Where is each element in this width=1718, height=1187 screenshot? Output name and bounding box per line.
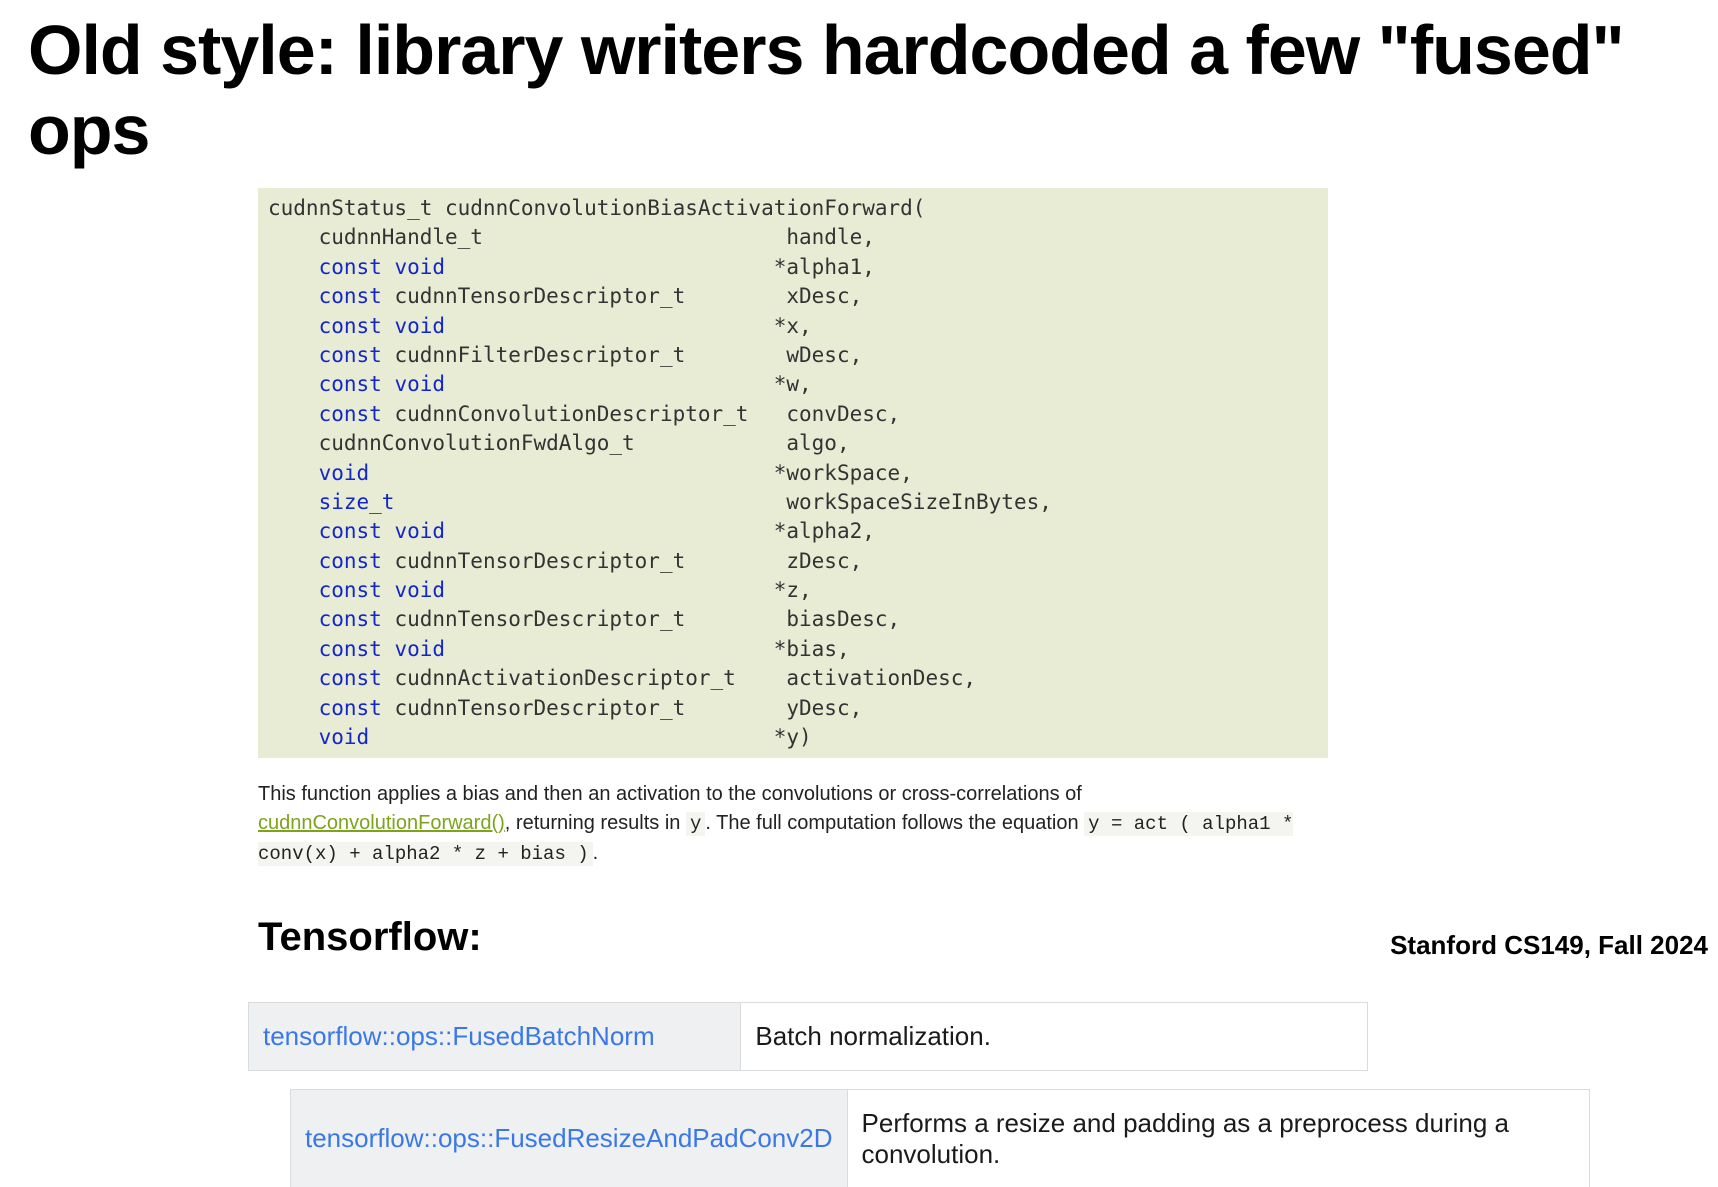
- tf-ops-table-1: tensorflow::ops::FusedBatchNorm Batch no…: [248, 1002, 1368, 1071]
- op-name-cell: tensorflow::ops::FusedResizeAndPadConv2D: [291, 1089, 848, 1187]
- tf-ops-table-2: tensorflow::ops::FusedResizeAndPadConv2D…: [290, 1089, 1590, 1187]
- desc-mid1: , returning results in: [505, 812, 686, 834]
- op-link[interactable]: tensorflow::ops::FusedResizeAndPadConv2D: [305, 1123, 833, 1153]
- cudnn-link[interactable]: cudnnConvolutionForward(): [258, 812, 505, 834]
- function-description: This function applies a bias and then an…: [258, 780, 1328, 868]
- desc-mid2: . The full computation follows the equat…: [705, 812, 1084, 834]
- slide-footer: Stanford CS149, Fall 2024: [1390, 930, 1708, 961]
- table-row: tensorflow::ops::FusedResizeAndPadConv2D…: [291, 1089, 1590, 1187]
- desc-suffix: .: [593, 842, 599, 864]
- op-name-cell: tensorflow::ops::FusedBatchNorm: [249, 1002, 741, 1070]
- op-desc-cell: Performs a resize and padding as a prepr…: [847, 1089, 1589, 1187]
- desc-prefix: This function applies a bias and then an…: [258, 783, 1082, 805]
- op-link[interactable]: tensorflow::ops::FusedBatchNorm: [263, 1021, 655, 1051]
- code-block: cudnnStatus_t cudnnConvolutionBiasActiva…: [258, 188, 1328, 758]
- op-desc-cell: Batch normalization.: [741, 1002, 1368, 1070]
- desc-y: y: [686, 812, 705, 836]
- slide-title: Old style: library writers hardcoded a f…: [0, 0, 1718, 170]
- table-row: tensorflow::ops::FusedBatchNorm Batch no…: [249, 1002, 1368, 1070]
